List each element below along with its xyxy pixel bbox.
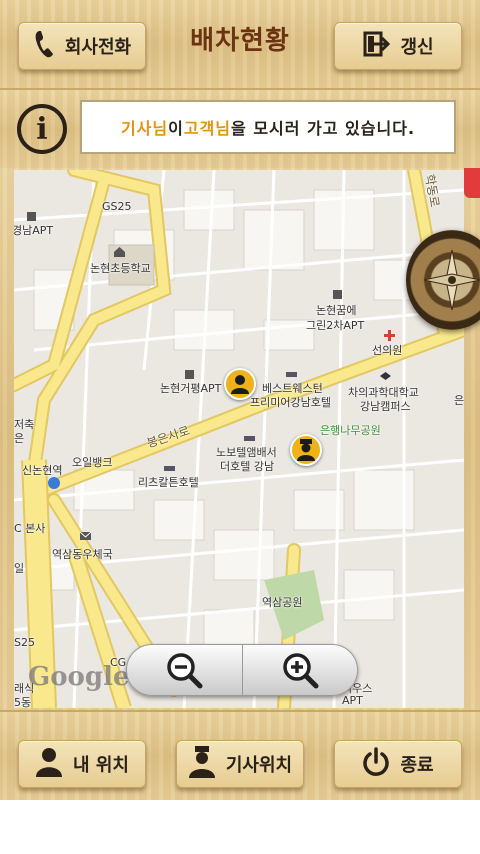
power-icon bbox=[362, 746, 390, 782]
map-label: 5동 bbox=[14, 696, 32, 708]
driver-icon bbox=[297, 439, 315, 461]
map-label: 역삼공원 bbox=[262, 596, 303, 609]
map-label: 역삼동우체국 bbox=[52, 548, 113, 561]
map-label: 더호텔 강남 bbox=[220, 460, 275, 473]
zoom-in-button[interactable] bbox=[241, 645, 358, 695]
message-driver: 기사님 bbox=[120, 119, 169, 138]
exit-button[interactable]: 종료 bbox=[334, 740, 462, 788]
building-icon bbox=[333, 290, 342, 299]
map-label: 은 bbox=[14, 432, 25, 445]
map-label: 강남캠퍼스 bbox=[360, 400, 411, 413]
building-icon bbox=[27, 212, 36, 221]
driver-location-pin[interactable] bbox=[290, 434, 322, 466]
map-label: 은행나무공원 bbox=[320, 424, 381, 437]
university-icon bbox=[380, 372, 391, 380]
message-customer: 고객님 bbox=[183, 119, 232, 138]
person-icon bbox=[35, 747, 63, 782]
message-part: 을 모시러 가고 있습니다. bbox=[231, 119, 416, 138]
info-icon: i bbox=[17, 104, 67, 154]
hotel-icon bbox=[244, 436, 255, 441]
driver-location-button[interactable]: 기사위치 bbox=[176, 740, 304, 788]
zoom-out-button[interactable] bbox=[127, 645, 242, 695]
map-label: 그린2차APT bbox=[306, 319, 365, 332]
hotel-icon bbox=[164, 466, 175, 471]
zoom-out-icon bbox=[167, 653, 203, 689]
my-location-label: 내 위치 bbox=[73, 755, 129, 776]
refresh-label: 갱신 bbox=[400, 37, 434, 58]
hospital-icon bbox=[384, 330, 395, 341]
refresh-icon bbox=[362, 30, 391, 63]
building-icon bbox=[185, 370, 194, 379]
map-label: 경남APT bbox=[14, 224, 54, 237]
map-label: 신논현역 bbox=[22, 464, 63, 477]
map-view[interactable]: GS25 경남APT 논현초등학교 논현꿈에 그린2차APT 선의원 논현거평A… bbox=[14, 170, 464, 708]
phone-icon bbox=[33, 29, 55, 64]
map-label: 오일뱅크 bbox=[72, 456, 113, 469]
map-label: C 본사 bbox=[14, 522, 46, 535]
map-label: 일 bbox=[14, 562, 25, 575]
call-company-button[interactable]: 회사전화 bbox=[18, 22, 146, 70]
zoom-in-icon bbox=[283, 653, 319, 689]
school-icon bbox=[114, 247, 125, 257]
map-label: 논현꿈에 bbox=[316, 304, 357, 317]
map-label: 프리미어강남호텔 bbox=[250, 396, 331, 409]
map-label: 논현거평APT bbox=[160, 382, 222, 395]
zoom-controls bbox=[126, 644, 358, 696]
map-label: 리츠칼튼호텔 bbox=[138, 476, 199, 489]
map-label: GS25 bbox=[102, 200, 132, 213]
refresh-button[interactable]: 갱신 bbox=[334, 22, 462, 70]
blank-area bbox=[0, 800, 480, 854]
map-label: APT bbox=[342, 694, 363, 707]
call-label: 회사전화 bbox=[64, 37, 132, 58]
exit-label: 종료 bbox=[400, 755, 434, 776]
red-tab bbox=[464, 168, 480, 198]
hotel-icon bbox=[286, 372, 297, 377]
post-office-icon bbox=[80, 531, 91, 540]
driver-icon bbox=[188, 745, 216, 783]
map-label: 논현초등학교 bbox=[90, 262, 151, 275]
map-label: 은 bbox=[454, 394, 464, 407]
map-label: 선의원 bbox=[372, 344, 403, 357]
map-base bbox=[14, 170, 464, 708]
google-logo: Google bbox=[28, 662, 130, 692]
customer-location-pin[interactable] bbox=[224, 368, 256, 400]
driver-location-label: 기사위치 bbox=[225, 755, 293, 776]
my-location-button[interactable]: 내 위치 bbox=[18, 740, 146, 788]
map-label: S25 bbox=[14, 636, 35, 649]
page-title: 배차현황 bbox=[190, 26, 290, 56]
status-message: 기사님 이 고객님 을 모시러 가고 있습니다. bbox=[80, 100, 456, 154]
person-icon bbox=[231, 375, 249, 394]
message-part: 이 bbox=[168, 119, 184, 138]
